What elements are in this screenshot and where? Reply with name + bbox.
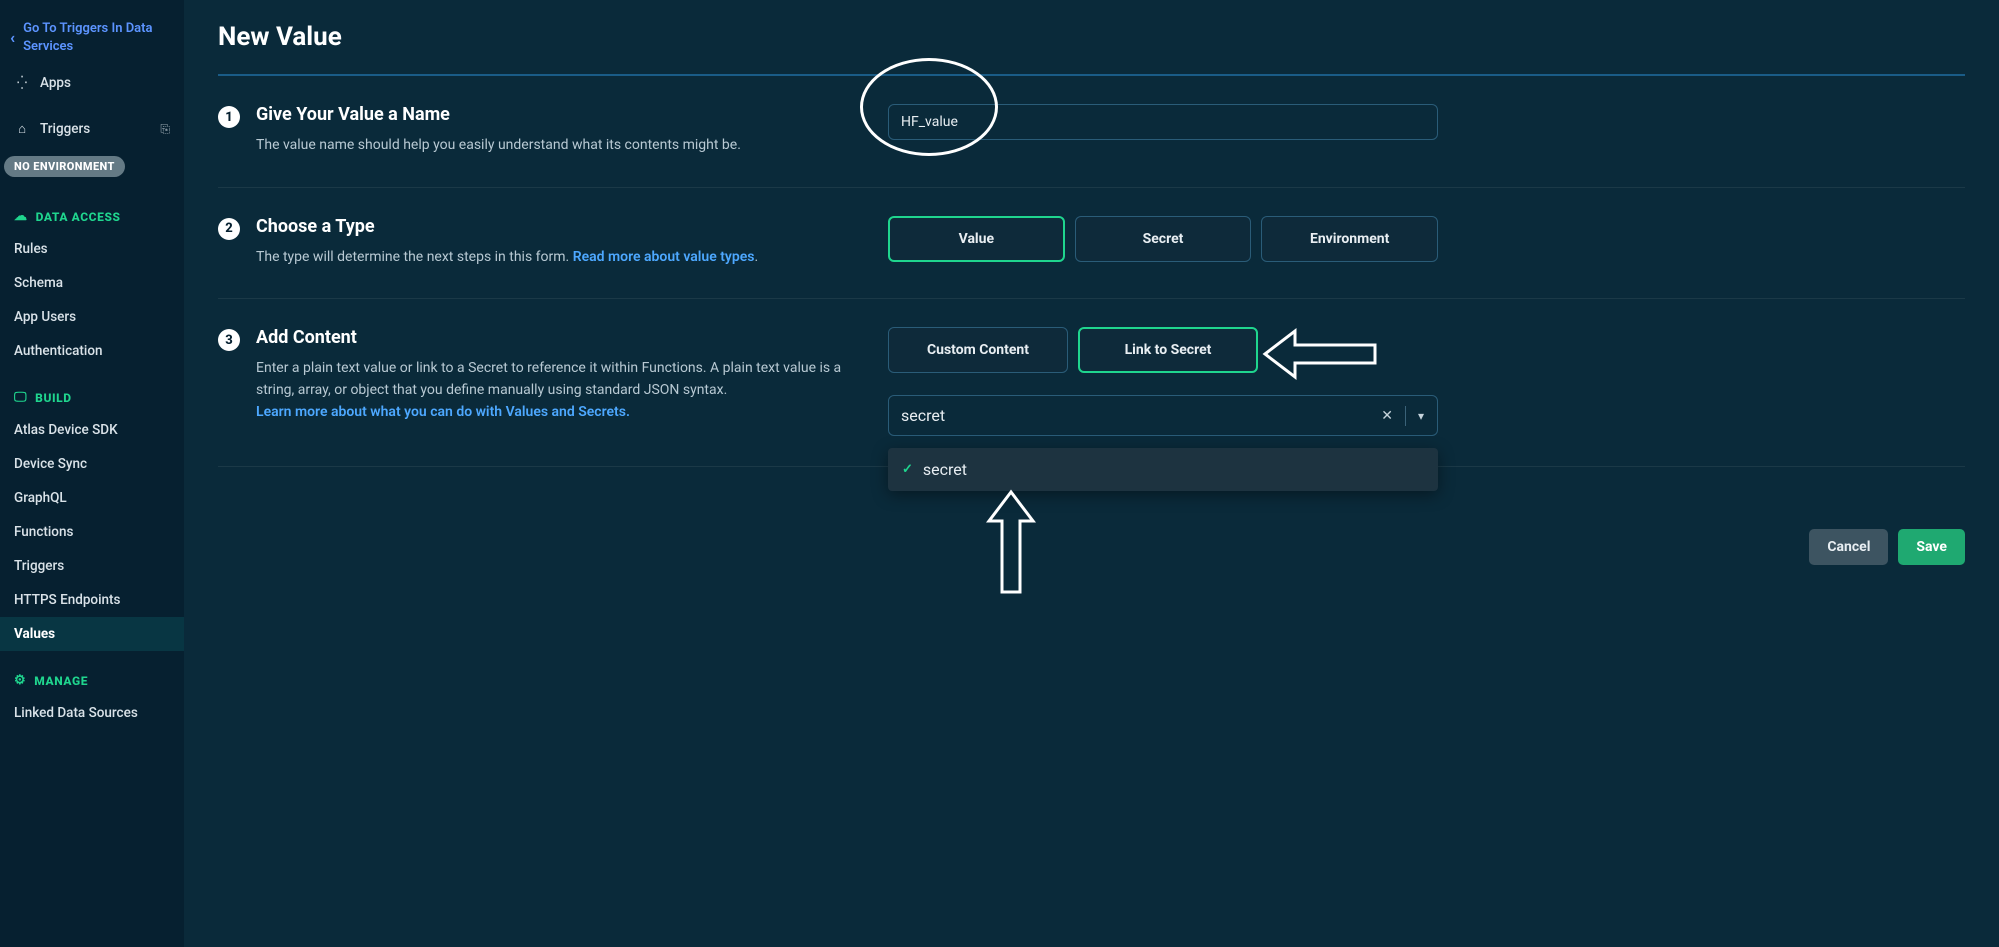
nav-device-sync[interactable]: Device Sync <box>0 447 184 481</box>
cancel-button[interactable]: Cancel <box>1809 529 1888 565</box>
gear-icon <box>14 673 26 688</box>
section-header-label: DATA ACCESS <box>36 210 121 224</box>
nav-item-label: Schema <box>14 275 63 291</box>
nav-item-label: Atlas Device SDK <box>14 422 118 438</box>
secret-select[interactable]: ✕ ▾ ✓ secret <box>888 395 1438 436</box>
nav-rules[interactable]: Rules <box>0 232 184 266</box>
nav-triggers-label: Triggers <box>40 121 90 137</box>
content-option-custom[interactable]: Custom Content <box>888 327 1068 373</box>
type-option-secret[interactable]: Secret <box>1075 216 1252 262</box>
nav-item-label: App Users <box>14 309 76 325</box>
clear-icon[interactable]: ✕ <box>1375 404 1399 428</box>
nav-item-label: HTTPS Endpoints <box>14 592 120 608</box>
nav-apps-label: Apps <box>40 75 71 91</box>
step-2-row: 2 Choose a Type The type will determine … <box>218 188 1965 300</box>
nav-schema[interactable]: Schema <box>0 266 184 300</box>
back-to-triggers-link[interactable]: ‹ Go To Triggers In Data Services <box>0 0 184 66</box>
nav-graphql[interactable]: GraphQL <box>0 481 184 515</box>
back-link-label: Go To Triggers In Data Services <box>23 20 174 56</box>
sidebar: ‹ Go To Triggers In Data Services Apps T… <box>0 0 184 947</box>
step-3-title: Add Content <box>256 327 848 348</box>
nav-item-label: Device Sync <box>14 456 87 472</box>
nav-item-label: Triggers <box>14 558 64 574</box>
nav-authentication[interactable]: Authentication <box>0 334 184 368</box>
main-content: New Value 1 Give Your Value a Name The v… <box>184 0 1999 947</box>
read-more-value-types-link[interactable]: Read more about value types <box>573 249 755 265</box>
nav-triggers-top[interactable]: Triggers <box>0 112 184 146</box>
nav-values[interactable]: Values <box>0 617 184 651</box>
step-3-desc: Enter a plain text value or link to a Se… <box>256 358 848 423</box>
select-divider <box>1405 406 1406 426</box>
section-header-label: MANAGE <box>34 674 88 688</box>
step-number-2: 2 <box>218 218 240 240</box>
content-option-link-secret[interactable]: Link to Secret <box>1078 327 1258 373</box>
apps-icon <box>14 76 30 91</box>
nav-item-label: Linked Data Sources <box>14 705 138 721</box>
secret-dropdown: ✓ secret <box>888 448 1438 491</box>
nav-atlas-sdk[interactable]: Atlas Device SDK <box>0 413 184 447</box>
step-2-title: Choose a Type <box>256 216 758 237</box>
type-option-environment[interactable]: Environment <box>1261 216 1438 262</box>
nav-item-label: GraphQL <box>14 490 67 506</box>
monitor-icon <box>14 390 27 405</box>
step-1-row: 1 Give Your Value a Name The value name … <box>218 76 1965 188</box>
nav-item-label: Values <box>14 626 55 642</box>
step-number-3: 3 <box>218 329 240 351</box>
nav-app-users[interactable]: App Users <box>0 300 184 334</box>
home-icon <box>14 121 30 137</box>
nav-triggers[interactable]: Triggers <box>0 549 184 583</box>
copy-icon[interactable] <box>160 122 170 137</box>
secret-select-input[interactable] <box>888 395 1438 436</box>
step-1-desc: The value name should help you easily un… <box>256 135 741 157</box>
step-number-1: 1 <box>218 106 240 128</box>
check-icon: ✓ <box>902 462 913 477</box>
environment-badge: NO ENVIRONMENT <box>4 156 125 177</box>
step-3-row: 3 Add Content Enter a plain text value o… <box>218 299 1965 467</box>
nav-linked-data-sources[interactable]: Linked Data Sources <box>0 696 184 730</box>
value-name-input[interactable] <box>888 104 1438 140</box>
chevron-down-icon[interactable]: ▾ <box>1412 405 1430 427</box>
cloud-icon <box>14 209 28 224</box>
footer-actions: Cancel Save <box>218 529 1965 565</box>
nav-item-label: Functions <box>14 524 73 540</box>
chevron-left-icon: ‹ <box>10 27 15 49</box>
nav-functions[interactable]: Functions <box>0 515 184 549</box>
page-title: New Value <box>218 22 1965 52</box>
type-option-value[interactable]: Value <box>888 216 1065 262</box>
save-button[interactable]: Save <box>1898 529 1965 565</box>
section-header-label: BUILD <box>35 391 72 405</box>
dropdown-item-secret[interactable]: ✓ secret <box>888 448 1438 491</box>
nav-item-label: Rules <box>14 241 48 257</box>
section-header-build: BUILD <box>0 368 184 413</box>
section-header-manage: MANAGE <box>0 651 184 696</box>
nav-https-endpoints[interactable]: HTTPS Endpoints <box>0 583 184 617</box>
step-2-desc: The type will determine the next steps i… <box>256 247 758 269</box>
dropdown-item-label: secret <box>923 460 967 479</box>
section-header-data-access: DATA ACCESS <box>0 187 184 232</box>
learn-more-values-secrets-link[interactable]: Learn more about what you can do with Va… <box>256 404 630 420</box>
step-1-title: Give Your Value a Name <box>256 104 741 125</box>
nav-item-label: Authentication <box>14 343 103 359</box>
nav-apps[interactable]: Apps <box>0 66 184 100</box>
